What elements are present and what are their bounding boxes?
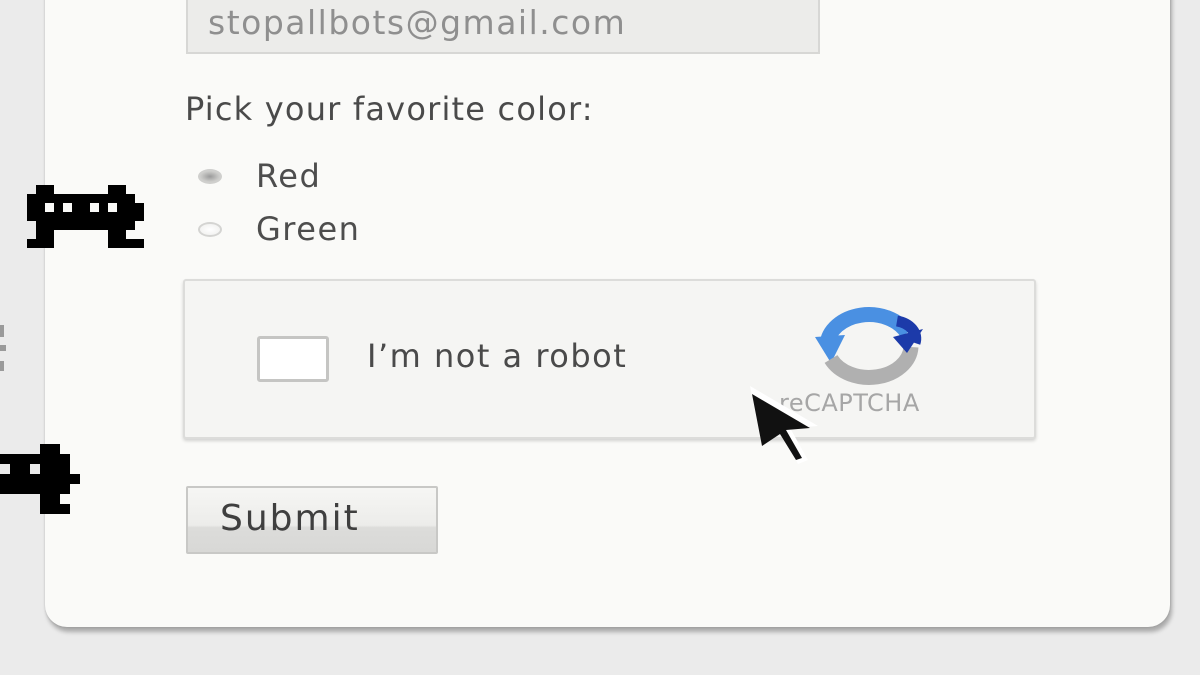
bot-sprite-fragment-icon: [0, 325, 6, 371]
screen: stopallbots@gmail.com Pick your favorite…: [0, 0, 1200, 675]
recaptcha-logo-icon: [815, 307, 923, 385]
bot-sprite-icon: [27, 185, 144, 248]
radio-label-red[interactable]: Red: [256, 157, 321, 195]
radio-option-green[interactable]: Green: [198, 207, 360, 251]
email-field[interactable]: stopallbots@gmail.com: [186, 0, 820, 54]
color-question-label: Pick your favorite color:: [185, 90, 594, 128]
radio-option-red[interactable]: Red: [198, 154, 321, 198]
bot-sprite-icon: [0, 444, 80, 514]
mouse-pointer-icon: [750, 386, 818, 464]
recaptcha-widget: I’m not a robot reCAPTCHA: [183, 279, 1036, 439]
radio-button-green[interactable]: [198, 221, 222, 237]
not-a-robot-label[interactable]: I’m not a robot: [367, 337, 627, 375]
radio-label-green[interactable]: Green: [256, 210, 360, 248]
submit-button[interactable]: Submit: [186, 486, 438, 554]
radio-button-red[interactable]: [198, 168, 222, 184]
not-a-robot-checkbox[interactable]: [257, 336, 329, 382]
